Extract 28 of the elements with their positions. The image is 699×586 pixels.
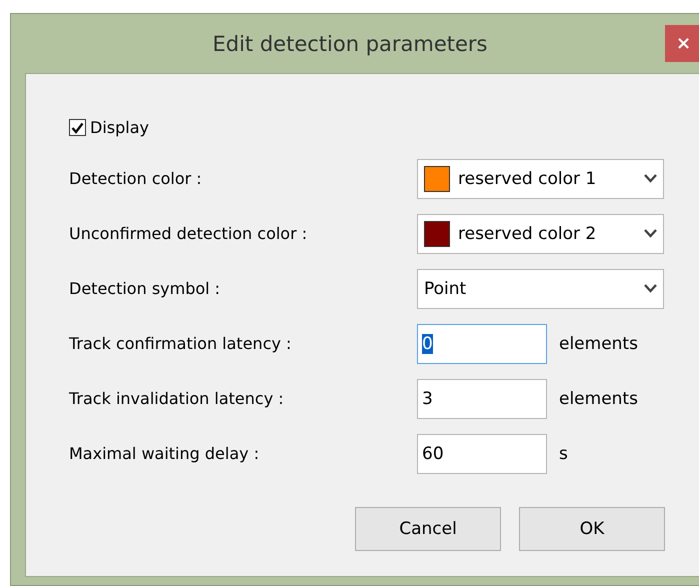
chevron-down-icon <box>644 284 657 293</box>
symbol-dropdown[interactable]: Point <box>417 268 664 308</box>
field-label: Track confirmation latency : <box>69 334 292 353</box>
check-icon <box>71 122 84 134</box>
field-label: Detection color : <box>69 169 203 188</box>
number-input-field[interactable]: 0 <box>417 324 547 364</box>
chevron-down-icon <box>644 174 657 183</box>
unit-label: s <box>559 444 568 464</box>
ok-button[interactable]: OK <box>519 507 665 551</box>
number-input-field[interactable]: 60 <box>417 434 547 474</box>
field-label: Maximal waiting delay : <box>69 444 260 463</box>
color-dropdown[interactable]: reserved color 2 <box>417 214 664 254</box>
dropdown-value: Point <box>424 278 468 298</box>
field-label: Detection symbol : <box>69 279 222 298</box>
unit-label: elements <box>559 334 638 354</box>
cancel-button[interactable]: Cancel <box>355 507 501 551</box>
color-dropdown[interactable]: reserved color 1 <box>417 158 664 198</box>
chevron-down-icon <box>644 229 657 238</box>
field-label: Track invalidation latency : <box>69 389 285 408</box>
display-checkbox[interactable] <box>69 119 86 136</box>
dropdown-value: reserved color 1 <box>458 168 598 188</box>
field-label: Unconfirmed detection color : <box>69 224 308 243</box>
dropdown-value: reserved color 2 <box>458 224 598 244</box>
display-label: Display <box>90 118 149 137</box>
window-title: Edit detection parameters <box>212 32 488 56</box>
close-button[interactable]: × <box>665 25 699 62</box>
number-input-field[interactable]: 3 <box>417 378 547 418</box>
unit-label: elements <box>559 388 638 408</box>
